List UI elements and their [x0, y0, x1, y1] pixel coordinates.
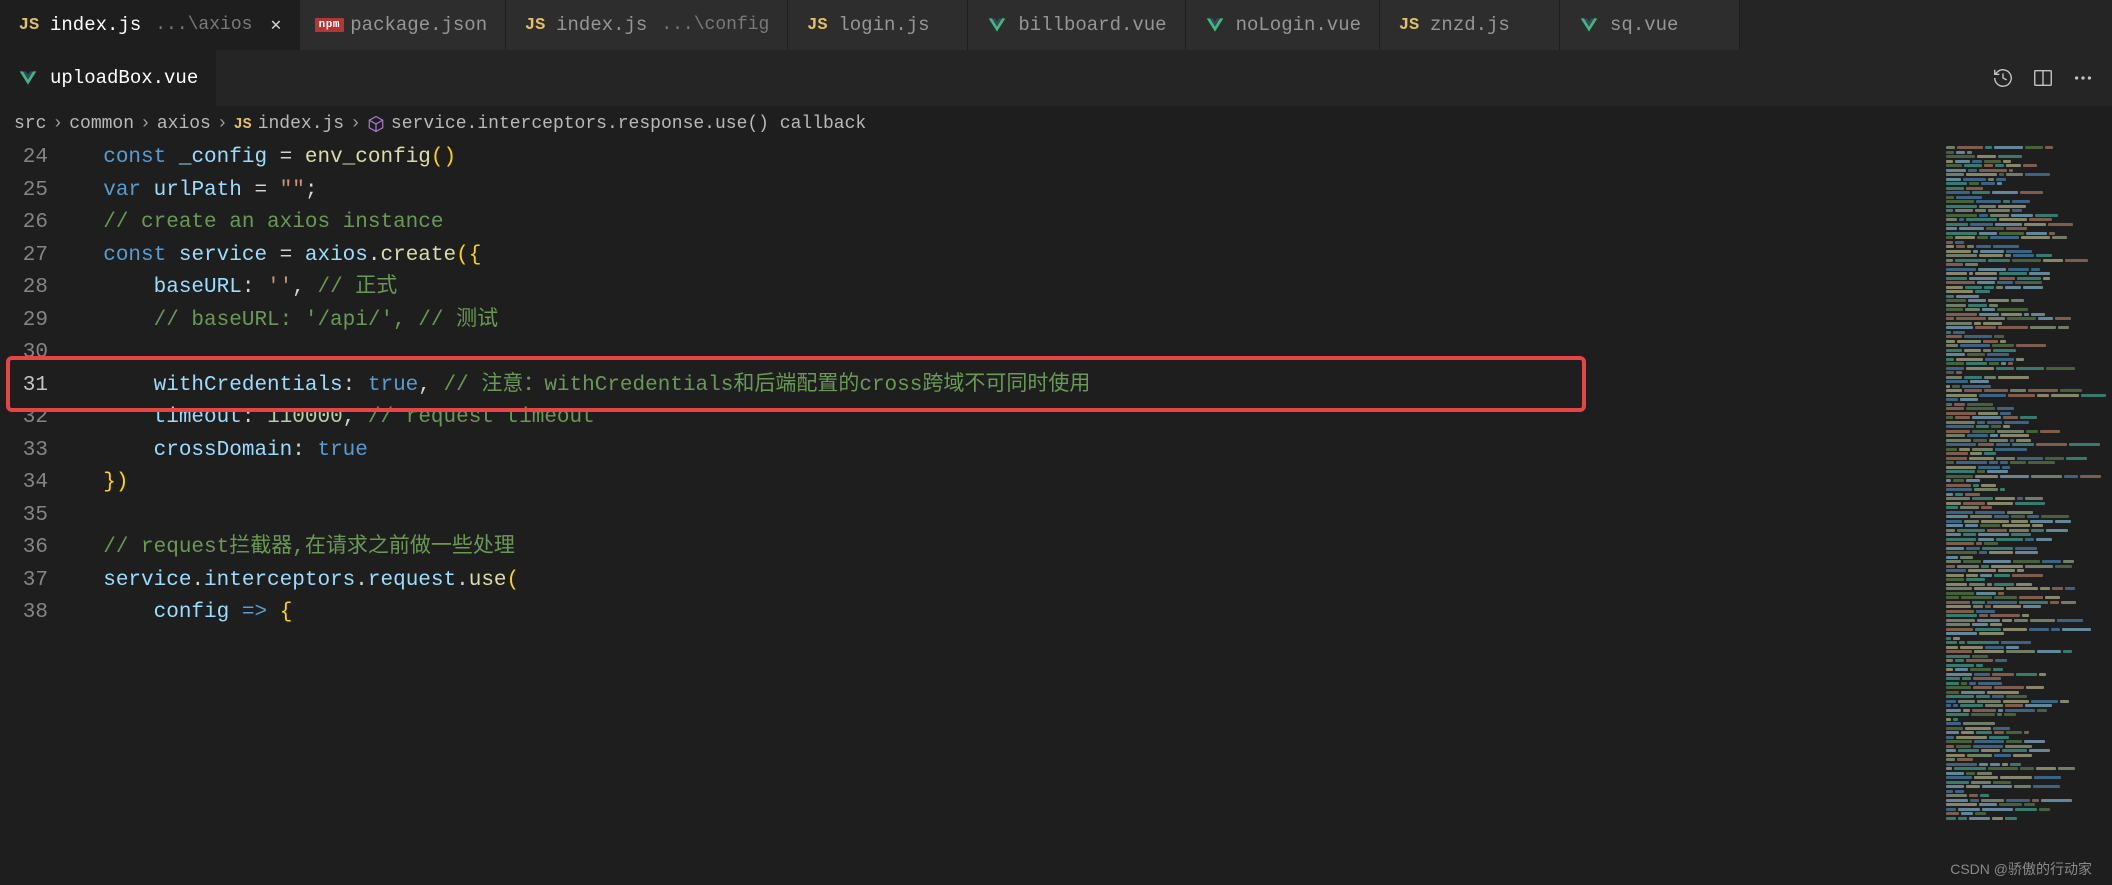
tab-label: index.js	[556, 14, 647, 36]
editor-tab[interactable]: billboard.vue	[968, 0, 1185, 50]
code-line[interactable]	[78, 500, 1932, 533]
line-number: 34	[0, 467, 48, 500]
line-number: 28	[0, 272, 48, 305]
js-icon: JS	[18, 16, 40, 35]
code-line[interactable]: const service = axios.create({	[78, 240, 1932, 273]
code-line[interactable]: var urlPath = "";	[78, 175, 1932, 208]
code-line[interactable]: // create an axios instance	[78, 207, 1932, 240]
line-number: 29	[0, 305, 48, 338]
crumb-symbol[interactable]: service.interceptors.response.use() call…	[391, 114, 866, 134]
editor-actions	[1992, 67, 2112, 89]
tab-label: index.js	[50, 14, 141, 36]
tab-label: sq.vue	[1610, 14, 1678, 36]
code-line[interactable]: crossDomain: true	[78, 435, 1932, 468]
code-line[interactable]	[78, 337, 1932, 370]
code-line[interactable]: baseURL: '', // 正式	[78, 272, 1932, 305]
editor-tab[interactable]: JS znzd.js	[1380, 0, 1560, 50]
tab-label: znzd.js	[1430, 14, 1510, 36]
line-number: 27	[0, 240, 48, 273]
tab-label: package.json	[350, 14, 487, 36]
vue-icon	[18, 69, 40, 87]
line-number: 24	[0, 142, 48, 175]
editor-area: 242526272829303132333435363738 const _co…	[0, 142, 2112, 885]
js-icon: JS	[234, 116, 252, 133]
crumb-file[interactable]: index.js	[258, 114, 344, 134]
line-number: 37	[0, 565, 48, 598]
js-icon: JS	[806, 16, 828, 35]
editor-tabs-row1: JS index.js ...\axios ✕ npm package.json JS ind…	[0, 0, 2112, 50]
history-icon[interactable]	[1992, 67, 2014, 89]
line-number: 33	[0, 435, 48, 468]
editor-tab[interactable]: JS login.js	[788, 0, 968, 50]
tab-label: uploadBox.vue	[50, 67, 198, 89]
crumb-item[interactable]: axios	[157, 114, 211, 134]
line-number: 35	[0, 500, 48, 533]
line-number: 32	[0, 402, 48, 435]
code-line[interactable]: })	[78, 467, 1932, 500]
code-content[interactable]: const _config = env_config() var urlPath…	[78, 142, 1932, 885]
tab-label: billboard.vue	[1018, 14, 1166, 36]
code-line[interactable]: service.interceptors.request.use(	[78, 565, 1932, 598]
minimap[interactable]	[1932, 142, 2112, 885]
code-line[interactable]: const _config = env_config()	[78, 142, 1932, 175]
tab-suffix: ...\config	[661, 15, 769, 35]
split-editor-icon[interactable]	[2032, 67, 2054, 89]
vue-icon	[1578, 16, 1600, 34]
chevron-right-icon: ›	[52, 114, 63, 134]
line-number: 25	[0, 175, 48, 208]
editor-tab[interactable]: uploadBox.vue	[0, 50, 216, 106]
tab-suffix: ...\axios	[155, 15, 252, 35]
line-number: 30	[0, 337, 48, 370]
vue-icon	[986, 16, 1008, 34]
js-icon: JS	[524, 16, 546, 35]
line-number: 26	[0, 207, 48, 240]
more-icon[interactable]	[2072, 67, 2094, 89]
code-line[interactable]: timeout: 110000, // request timeout	[78, 402, 1932, 435]
crumb-item[interactable]: common	[69, 114, 134, 134]
code-line[interactable]: withCredentials: true, // 注意：withCredent…	[78, 370, 1932, 403]
method-icon	[367, 115, 385, 133]
editor-tabs-row2: uploadBox.vue	[0, 50, 2112, 106]
js-icon: JS	[1398, 16, 1420, 35]
line-number: 31	[0, 370, 48, 403]
crumb-item[interactable]: src	[14, 114, 46, 134]
code-line[interactable]: // baseURL: '/api/', // 测试	[78, 305, 1932, 338]
line-number: 38	[0, 597, 48, 630]
close-icon[interactable]: ✕	[270, 14, 281, 36]
tab-label: noLogin.vue	[1236, 14, 1361, 36]
line-gutter: 242526272829303132333435363738	[0, 142, 78, 885]
npm-icon: npm	[318, 18, 340, 32]
chevron-right-icon: ›	[350, 114, 361, 134]
editor-tab[interactable]: npm package.json	[300, 0, 506, 50]
vue-icon	[1204, 16, 1226, 34]
editor-tab[interactable]: sq.vue	[1560, 0, 1740, 50]
code-line[interactable]: // request拦截器,在请求之前做一些处理	[78, 532, 1932, 565]
chevron-right-icon: ›	[140, 114, 151, 134]
breadcrumb: src › common › axios › JS index.js › service.in…	[0, 106, 2112, 142]
editor-tab[interactable]: JS index.js ...\axios ✕	[0, 0, 300, 50]
chevron-right-icon: ›	[217, 114, 228, 134]
editor-tab[interactable]: noLogin.vue	[1186, 0, 1380, 50]
tab-label: login.js	[838, 14, 929, 36]
code-line[interactable]: config => {	[78, 597, 1932, 630]
watermark: CSDN @骄傲的行动家	[1950, 859, 2092, 879]
editor-tab[interactable]: JS index.js ...\config	[506, 0, 788, 50]
line-number: 36	[0, 532, 48, 565]
